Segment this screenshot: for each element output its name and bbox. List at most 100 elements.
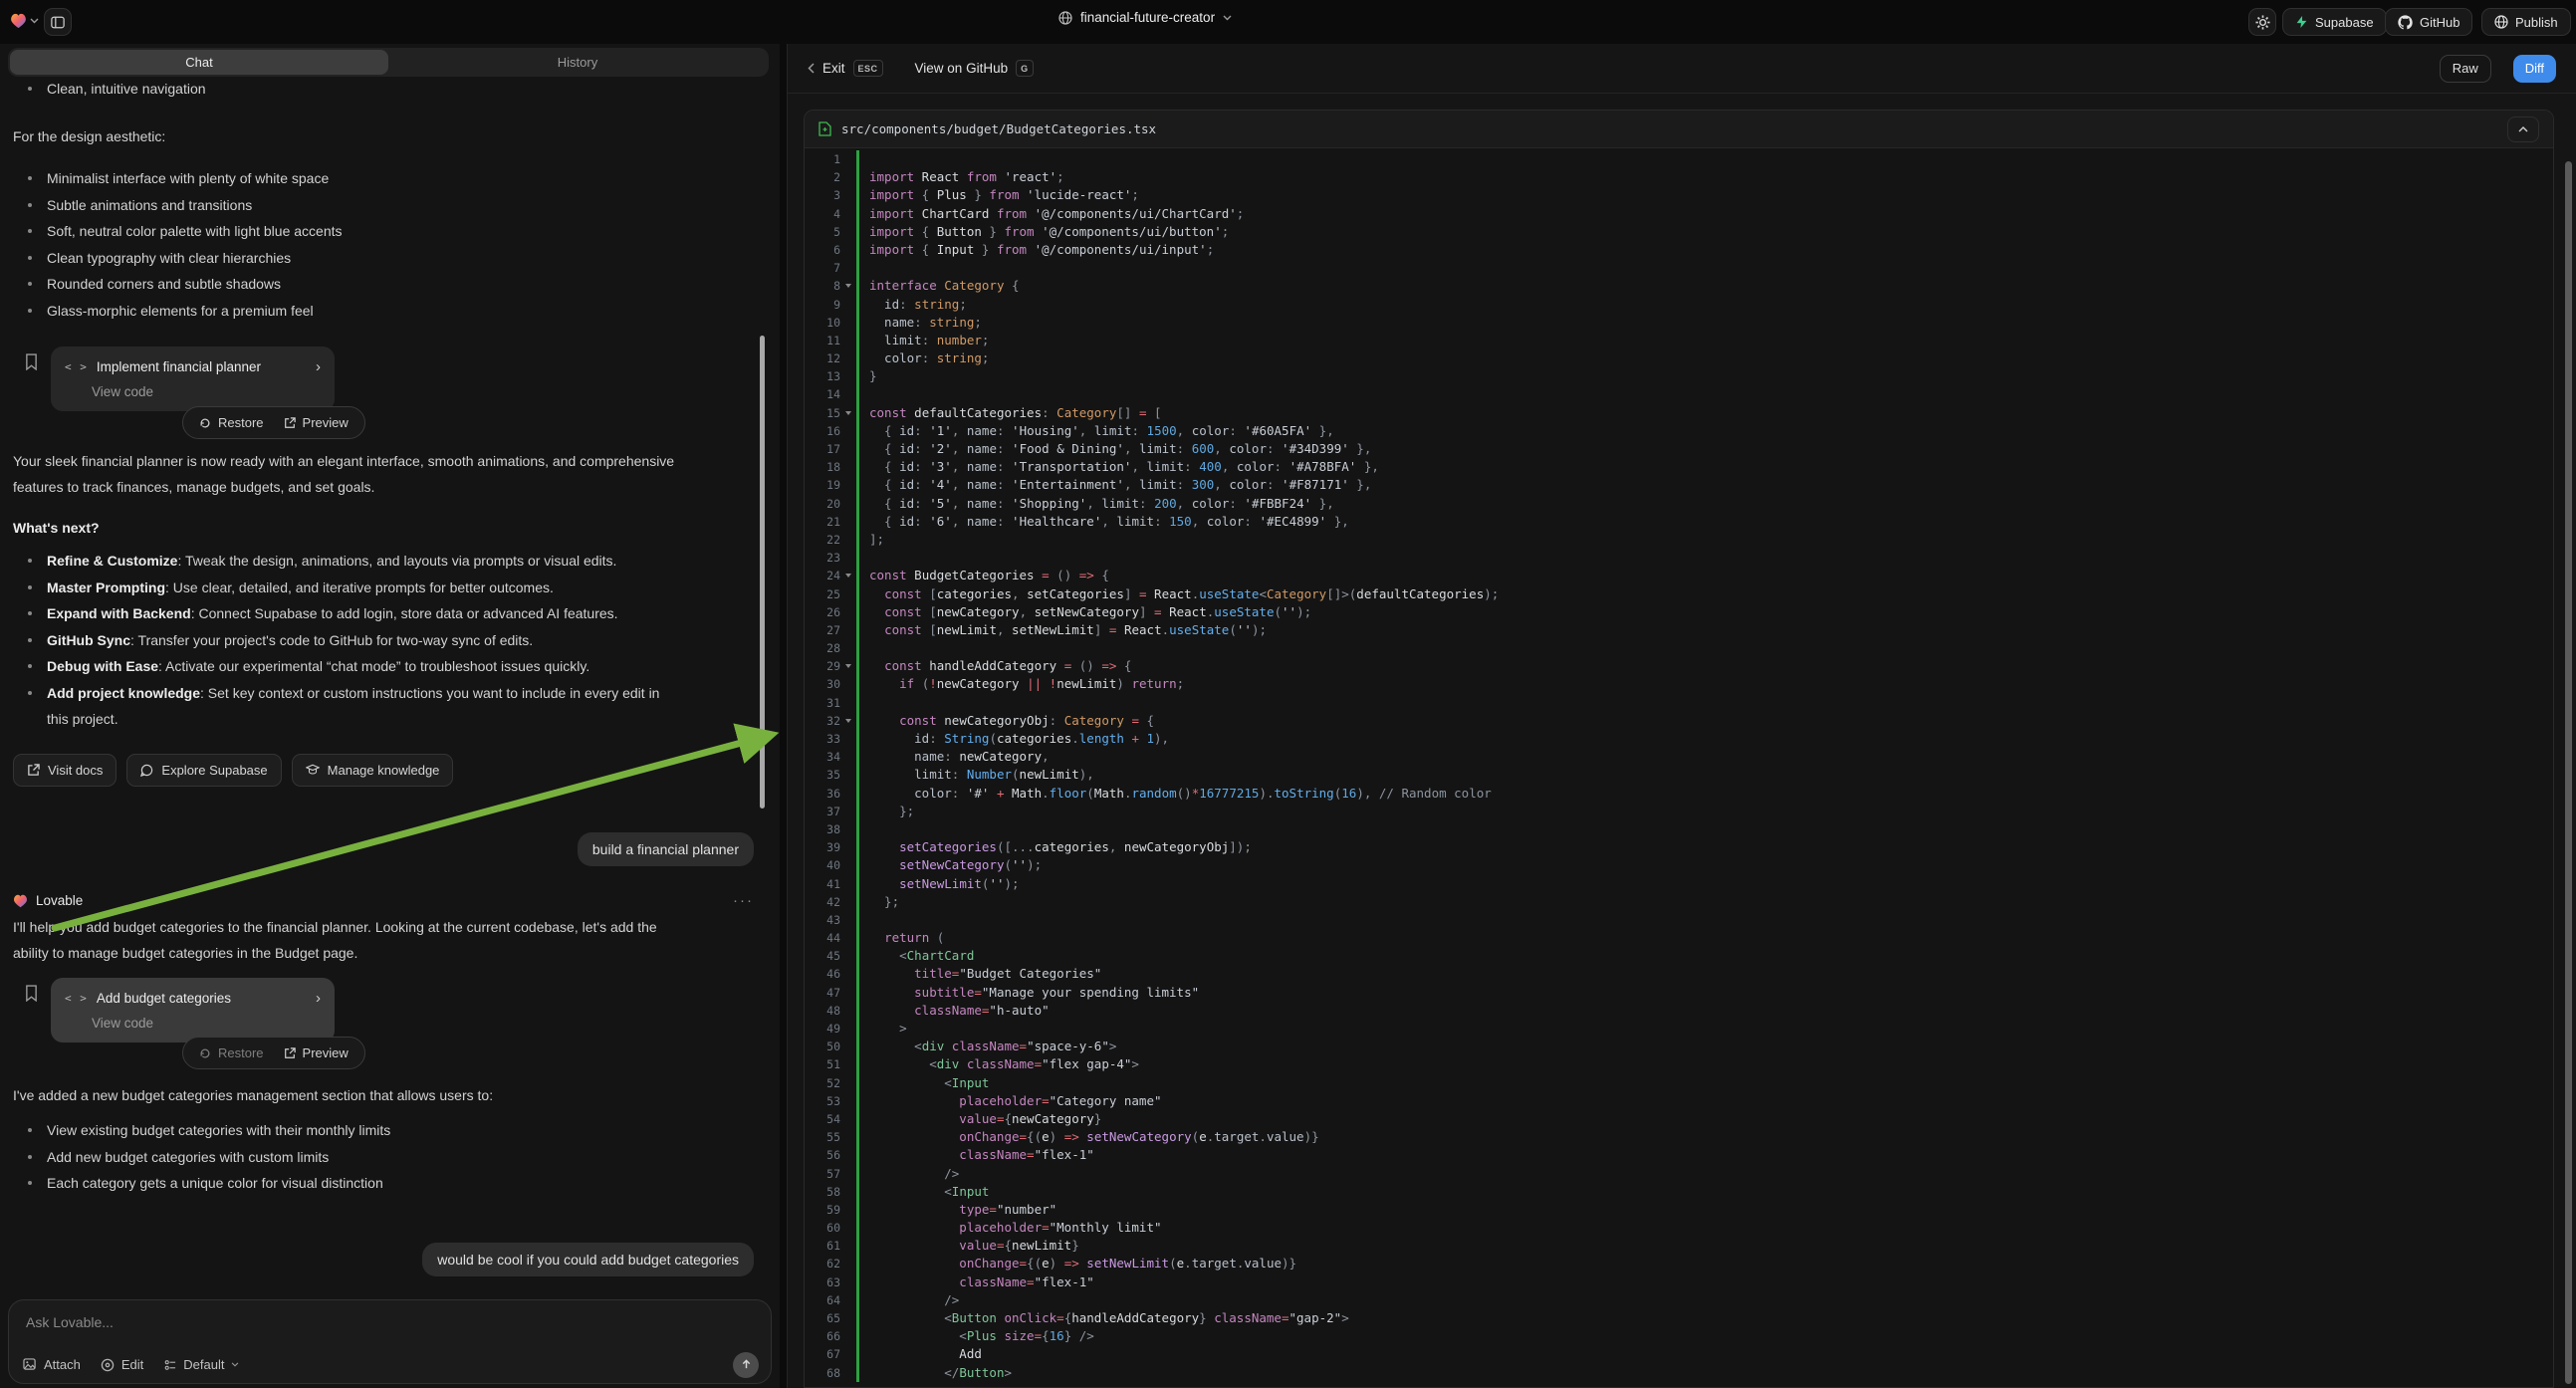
next-steps-list: Refine & Customize: Tweak the design, an… [13, 548, 675, 733]
code-line: 58 <Input [805, 1183, 2553, 1201]
list-item: Add project knowledge: Set key context o… [13, 680, 675, 733]
code-line: 9 id: string; [805, 296, 2553, 314]
code-line: 23 [805, 549, 2553, 567]
list-item: Subtle animations and transitions [13, 192, 343, 219]
code-line: 44 return ( [805, 929, 2553, 947]
list-item: Debug with Ease: Activate our experiment… [13, 653, 675, 680]
version-card-implement-financial-planner[interactable]: < > Implement financial planner › View c… [51, 347, 335, 411]
code-line: 37 }; [805, 803, 2553, 820]
chevron-right-icon[interactable]: › [316, 990, 321, 1007]
code-line: 4import ChartCard from '@/components/ui/… [805, 205, 2553, 223]
code-line: 18 { id: '3', name: 'Transportation', li… [805, 458, 2553, 476]
code-line: 49 > [805, 1020, 2553, 1038]
view-on-github-link[interactable]: View on GitHub G [915, 60, 1034, 77]
code-line: 39 setCategories([...categories, newCate… [805, 838, 2553, 856]
list-item: Rounded corners and subtle shadows [13, 271, 343, 298]
code-scrollbar[interactable] [2565, 161, 2572, 1384]
code-line: 45 <ChartCard [805, 947, 2553, 965]
external-link-icon [27, 764, 40, 777]
code-line: 61 value={newLimit} [805, 1237, 2553, 1255]
code-line: 7 [805, 259, 2553, 277]
code-line: 60 placeholder="Monthly limit" [805, 1219, 2553, 1237]
publish-button[interactable]: Publish [2481, 8, 2571, 36]
bookmark-icon[interactable] [25, 353, 38, 370]
view-code-link[interactable]: View code [92, 1016, 321, 1031]
code-line: 11 limit: number; [805, 332, 2553, 349]
user-message: build a financial planner [578, 832, 754, 866]
list-item: Each category gets a unique color for vi… [13, 1170, 390, 1197]
code-line: 68 </Button> [805, 1364, 2553, 1382]
chat-scrollbar[interactable] [760, 336, 765, 809]
diff-toggle-button[interactable]: Diff [2513, 55, 2556, 83]
send-button[interactable] [733, 1352, 759, 1378]
list-item: View existing budget categories with the… [13, 1117, 390, 1144]
code-line: 12 color: string; [805, 349, 2553, 367]
exit-button[interactable]: Exit ESC [808, 60, 883, 77]
chevron-right-icon[interactable]: › [316, 358, 321, 375]
chevron-down-icon [231, 1362, 239, 1367]
collapse-file-button[interactable] [2507, 116, 2539, 142]
project-chevron-down-icon[interactable] [1223, 15, 1232, 21]
code-line: 26 const [newCategory, setNewCategory] =… [805, 603, 2553, 621]
code-line: 10 name: string; [805, 314, 2553, 332]
code-line: 25 const [categories, setCategories] = R… [805, 585, 2553, 603]
code-line: 14 [805, 385, 2553, 403]
chat-action-buttons: Visit docs Explore Supabase Manage knowl… [13, 754, 453, 787]
chat-input[interactable]: Ask Lovable... [26, 1314, 114, 1330]
tab-chat[interactable]: Chat [10, 50, 388, 75]
composer: Ask Lovable... Attach Edit Default [8, 1299, 772, 1384]
code-line: 55 onChange={(e) => setNewCategory(e.tar… [805, 1128, 2553, 1146]
project-title[interactable]: financial-future-creator [1080, 10, 1215, 25]
attach-button[interactable]: Attach [23, 1356, 81, 1374]
code-line: 67 Add [805, 1345, 2553, 1363]
user-message: would be cool if you could add budget ca… [422, 1243, 754, 1276]
edit-button[interactable]: Edit [101, 1356, 143, 1374]
restore-button[interactable]: Restore [199, 415, 264, 430]
mode-selector[interactable]: Default [163, 1356, 239, 1374]
code-line: 36 color: '#' + Math.floor(Math.random()… [805, 785, 2553, 803]
bookmark-icon[interactable] [25, 985, 38, 1002]
visit-docs-button[interactable]: Visit docs [13, 754, 117, 787]
supabase-button[interactable]: Supabase [2282, 8, 2387, 36]
code-editor[interactable]: 12import React from 'react';3import { Pl… [805, 148, 2553, 1382]
code-line: 13} [805, 367, 2553, 385]
more-menu-icon[interactable]: ··· [733, 892, 754, 909]
toggle-sidebar-button[interactable] [44, 8, 72, 36]
code-line: 66 <Plus size={16} /> [805, 1327, 2553, 1345]
code-line: 32 const newCategoryObj: Category = { [805, 712, 2553, 730]
lovable-logo-icon[interactable] [10, 13, 27, 29]
code-line: 21 { id: '6', name: 'Healthcare', limit:… [805, 513, 2553, 531]
github-button[interactable]: GitHub [2385, 8, 2472, 36]
preview-button[interactable]: Preview [284, 1045, 349, 1060]
gear-icon [2255, 15, 2270, 30]
restore-button[interactable]: Restore [199, 1045, 264, 1060]
chevron-up-icon [2518, 126, 2528, 132]
version-card-add-budget-categories[interactable]: < > Add budget categories › View code [51, 978, 335, 1042]
preview-button[interactable]: Preview [284, 415, 349, 430]
assistant-name: Lovable [36, 893, 83, 908]
settings-button[interactable] [2248, 8, 2276, 36]
list-item: Clean, intuitive navigation [13, 76, 206, 103]
raw-toggle-button[interactable]: Raw [2440, 55, 2491, 83]
graduation-cap-icon [306, 764, 320, 777]
restore-icon [199, 1047, 211, 1059]
code-line: 43 [805, 911, 2553, 929]
manage-knowledge-button[interactable]: Manage knowledge [292, 754, 454, 787]
sliders-icon [163, 1359, 176, 1371]
tab-history[interactable]: History [388, 50, 767, 75]
list-item: GitHub Sync: Transfer your project's cod… [13, 627, 675, 654]
logo-chevron-down-icon[interactable] [30, 18, 39, 24]
code-line: 54 value={newCategory} [805, 1110, 2553, 1128]
version-actions: Restore Preview [182, 1037, 365, 1069]
code-line: 19 { id: '4', name: 'Entertainment', lim… [805, 476, 2553, 494]
code-line: 2import React from 'react'; [805, 168, 2553, 186]
ready-text: Your sleek financial planner is now read… [13, 448, 675, 500]
code-line: 16 { id: '1', name: 'Housing', limit: 15… [805, 422, 2553, 440]
code-line: 17 { id: '2', name: 'Food & Dining', lim… [805, 440, 2553, 458]
code-line: 3import { Plus } from 'lucide-react'; [805, 186, 2553, 204]
file-header[interactable]: src/components/budget/BudgetCategories.t… [805, 111, 2553, 148]
chevron-left-icon [808, 63, 815, 74]
view-code-link[interactable]: View code [92, 384, 321, 399]
code-line: 52 <Input [805, 1074, 2553, 1092]
explore-supabase-button[interactable]: Explore Supabase [126, 754, 281, 787]
